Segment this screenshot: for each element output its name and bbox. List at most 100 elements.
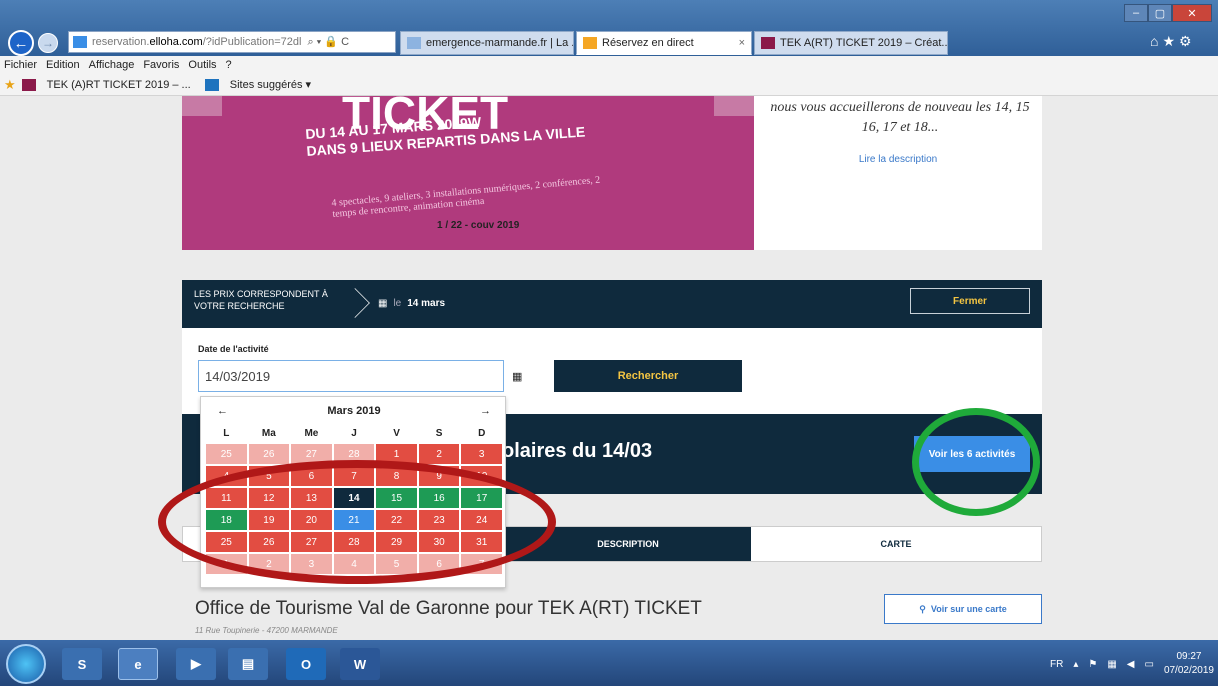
favorites-star-icon[interactable]: ★ (4, 77, 16, 93)
file-explorer-icon[interactable]: ▤ (228, 648, 268, 680)
calendar-day[interactable]: 26 (247, 443, 291, 465)
window-controls: – ▢ ✕ (1124, 4, 1212, 24)
address-path: /?idPublication=72dl (202, 36, 302, 48)
read-description-link[interactable]: Lire la description (754, 154, 1042, 165)
toolbar-icons[interactable]: ⌂★⚙ (1150, 33, 1196, 50)
datepicker-month: Mars 2019 (327, 405, 381, 417)
address-controls[interactable]: ⌕ ▾ 🔒 C (307, 35, 349, 49)
tab-label: Réservez en direct (602, 37, 694, 49)
menu-favoris[interactable]: Favoris (143, 59, 179, 71)
power-icon[interactable]: ▭ (1144, 659, 1153, 670)
weekday-label: J (351, 427, 357, 439)
media-player-icon[interactable]: ▶ (176, 648, 216, 680)
system-tray: FR ▴ ⚑ ▦ ◀ ▭ 09:27 07/02/2019 (1000, 646, 1214, 682)
tab-label: TEK A(RT) TICKET 2019 – Créat... (780, 37, 948, 49)
activity-title: olaires du 14/03 (502, 440, 653, 462)
datepicker-header: ← Mars 2019 → (201, 401, 507, 421)
network-icon[interactable]: ▦ (1107, 659, 1116, 670)
slider-prev-button[interactable] (182, 96, 222, 116)
minimize-button[interactable]: – (1124, 4, 1148, 22)
tab-favicon (407, 37, 421, 49)
word-icon[interactable]: W (340, 648, 380, 680)
favorite-favicon (21, 78, 36, 91)
tab-close-icon[interactable]: × (739, 37, 745, 49)
search-button[interactable]: Rechercher (554, 360, 742, 392)
tab-emergence[interactable]: emergence-marmande.fr | La ... (400, 31, 574, 55)
office-address: 11 Rue Toupinerie - 47200 MARMANDE (195, 626, 338, 635)
description-box: nous vous accueillerons de nouveau les 1… (754, 96, 1042, 250)
maximize-button[interactable]: ▢ (1148, 4, 1172, 22)
prev-month-arrow-icon[interactable]: ← (217, 405, 228, 417)
office-title: Office de Tourisme Val de Garonne pour T… (195, 598, 702, 619)
calendar-day[interactable]: 2 (417, 443, 461, 465)
outlook-icon[interactable]: O (286, 648, 326, 680)
language-indicator[interactable]: FR (1050, 659, 1063, 670)
forward-button[interactable]: → (38, 33, 58, 53)
favorites-bar: ★ TEK (A)RT TICKET 2019 – ... Sites sugg… (0, 74, 1218, 96)
address-domain: elloha.com (149, 36, 203, 48)
description-text: nous vous accueillerons de nouveau les 1… (770, 100, 1030, 135)
weekday-label: Ma (261, 427, 276, 439)
tab-tek[interactable]: TEK A(RT) TICKET 2019 – Créat... (754, 31, 948, 55)
flag-icon[interactable]: ⚑ (1088, 659, 1097, 670)
calendar-icon[interactable]: ▦ (512, 370, 522, 383)
menu-fichier[interactable]: Fichier (4, 59, 37, 71)
favorite-sites-suggeres[interactable]: Sites suggérés ▾ (230, 78, 311, 91)
page-content: TICKET DU 14 AU 17 MARS 2019W DANS 9 LIE… (0, 96, 1218, 640)
next-month-arrow-icon[interactable]: → (480, 405, 491, 417)
weekday-label: S (435, 427, 443, 439)
weekday-label: V (393, 427, 400, 439)
slider-small-text: 4 spectacles, 9 ateliers, 3 installation… (331, 174, 601, 220)
clock-date: 07/02/2019 (1163, 665, 1214, 676)
browser-titlebar: – ▢ ✕ ← → reservation. elloha.com/?idPubl… (0, 0, 1218, 56)
image-slider[interactable]: TICKET DU 14 AU 17 MARS 2019W DANS 9 LIE… (182, 96, 754, 250)
map-button[interactable]: ⚲ Voir sur une carte (884, 594, 1042, 624)
results-bar-date: ▦ le 14 mars (378, 298, 445, 309)
back-button[interactable]: ← (8, 30, 34, 56)
results-bar: LES PRIX CORRESPONDENT À VOTRE RECHERCHE… (182, 280, 1042, 328)
calendar-day[interactable]: 25 (205, 443, 248, 465)
map-button-label: Voir sur une carte (930, 604, 1007, 614)
internet-explorer-icon[interactable]: e (118, 648, 158, 680)
date-prefix: le (393, 298, 402, 309)
skype-icon[interactable]: S (62, 648, 102, 680)
calendar-day[interactable]: 3 (460, 443, 503, 465)
red-annotation-oval (158, 460, 556, 584)
favorite-tek[interactable]: TEK (A)RT TICKET 2019 – ... (47, 79, 191, 91)
tray-arrow-icon[interactable]: ▴ (1073, 659, 1078, 670)
weekday-label: L (223, 427, 230, 439)
date-input[interactable] (198, 360, 504, 392)
tab-favicon (761, 37, 775, 49)
menu-affichage[interactable]: Affichage (89, 59, 135, 71)
clock[interactable]: 09:27 07/02/2019 (1164, 650, 1214, 678)
green-annotation-oval (912, 408, 1040, 516)
clock-time: 09:27 (1176, 651, 1202, 662)
map-pin-icon: ⚲ (919, 603, 926, 614)
close-button[interactable]: Fermer (910, 288, 1030, 314)
menu-outils[interactable]: Outils (188, 59, 216, 71)
calendar-icon: ▦ (378, 298, 388, 309)
chevron-right-icon (340, 288, 370, 318)
date-label: Date de l'activité (198, 344, 269, 354)
menu-help[interactable]: ? (226, 59, 232, 71)
slider-caption: 1 / 22 - couv 2019 (437, 220, 520, 231)
tab-favicon (583, 37, 597, 49)
address-bar[interactable]: reservation. elloha.com/?idPublication=72… (68, 31, 396, 53)
date-value: 14 mars (407, 298, 446, 309)
windows-taskbar: S e ▶ ▤ O W FR ▴ ⚑ ▦ ◀ ▭ 09:27 07/02/201… (0, 640, 1218, 686)
menu-edition[interactable]: Edition (46, 59, 80, 71)
tab-label: emergence-marmande.fr | La ... (426, 37, 574, 49)
tab-carte[interactable]: CARTE (751, 527, 1041, 561)
start-button[interactable] (6, 644, 46, 684)
menu-bar: Fichier Edition Affichage Favoris Outils… (0, 56, 1218, 74)
weekday-label: Me (304, 427, 319, 439)
slider-next-button[interactable] (714, 96, 754, 116)
volume-icon[interactable]: ◀ (1127, 659, 1135, 670)
site-favicon (73, 36, 87, 48)
address-host: reservation. (92, 36, 150, 48)
close-window-button[interactable]: ✕ (1172, 4, 1212, 22)
bing-icon (204, 78, 219, 91)
weekday-label: D (478, 427, 486, 439)
tab-reservez[interactable]: Réservez en direct × (576, 31, 752, 55)
results-bar-label: LES PRIX CORRESPONDENT À VOTRE RECHERCHE (194, 289, 328, 311)
